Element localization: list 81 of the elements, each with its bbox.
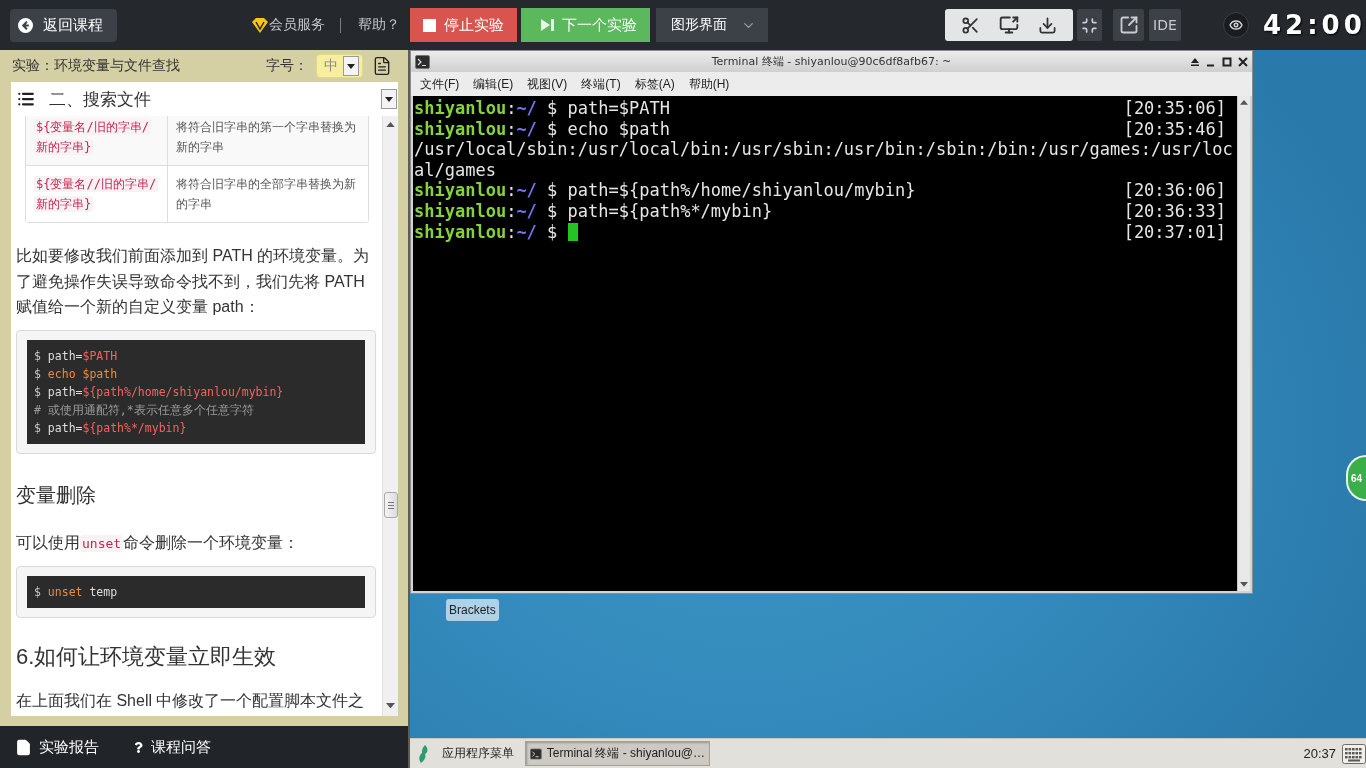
caret-icon — [343, 56, 359, 76]
back-arrow-icon — [18, 17, 33, 33]
help-link[interactable]: 帮助？ — [358, 16, 400, 34]
start-menu-button[interactable]: 应用程序菜单 — [418, 740, 514, 767]
menu-item[interactable]: 文件(F) — [414, 75, 466, 93]
question-icon — [133, 741, 144, 753]
section-heading: 6.如何让环境变量立即生效 — [16, 643, 278, 671]
scroll-up-icon[interactable] — [386, 122, 395, 128]
timestamp: [20:36:06] — [1123, 180, 1226, 201]
eject-icon[interactable] — [1190, 56, 1200, 67]
scroll-up-icon[interactable] — [1240, 100, 1248, 105]
scroll-down-icon[interactable] — [386, 702, 395, 708]
code-line: $ path=${path%*/mybin} — [34, 419, 188, 437]
scroll-down-icon[interactable] — [1240, 582, 1248, 587]
terminal-icon — [415, 54, 430, 69]
code-line: $ path=${path%/home/shiyanlou/mybin} — [34, 383, 285, 401]
stop-button[interactable]: 停止实验 — [410, 8, 517, 42]
terminal-line: shiyanlou:~/ $ path=$PATH — [414, 98, 670, 119]
table-cell: 将符合旧字串的第一个字串替换为新的字串 — [167, 116, 368, 165]
eye-icon — [1229, 18, 1243, 32]
list-icon — [17, 90, 35, 108]
menu-item[interactable]: 视图(V) — [521, 75, 574, 93]
skip-forward-icon — [541, 19, 554, 31]
menu-item[interactable]: 终端(T) — [575, 75, 627, 93]
countdown-timer: 42:00 — [1263, 10, 1366, 40]
code-line: $ echo $path — [34, 365, 119, 383]
clock: 20:37 — [1303, 746, 1336, 761]
timestamp: [20:36:33] — [1123, 200, 1226, 222]
code-line: $ unset temp — [34, 584, 119, 601]
stop-icon — [423, 18, 436, 32]
ide-button[interactable]: IDE — [1149, 9, 1181, 41]
external-link-icon — [1118, 15, 1139, 35]
timestamp: [20:37:01] — [1123, 221, 1226, 243]
task-button[interactable]: Terminal 终端 - shiyanlou@… — [525, 741, 710, 766]
menu-item[interactable]: 标签(A) — [628, 75, 681, 93]
window-title: Terminal 终端 - shiyanlou@90c6df8afb67: ~ — [710, 54, 953, 69]
document-icon[interactable] — [372, 56, 392, 76]
external-link-button[interactable] — [1113, 9, 1144, 41]
scroll-thumb[interactable] — [384, 492, 398, 518]
terminal-line: al/games — [414, 159, 496, 181]
document-icon — [15, 738, 32, 756]
table-cell: ${变量名/旧的字串/新的字串} — [26, 116, 167, 165]
code-line: # 或使用通配符,*表示任意多个任意字符 — [34, 401, 255, 419]
back-button[interactable]: 返回课程 — [10, 8, 117, 42]
caret-icon — [381, 89, 397, 109]
terminal-line: shiyanlou:~/ $ — [414, 221, 559, 243]
timestamp: [20:35:46] — [1123, 118, 1226, 140]
timestamp: [20:35:06] — [1123, 98, 1226, 119]
menu-item[interactable]: 编辑(E) — [467, 75, 520, 93]
keyboard-icon[interactable] — [1342, 743, 1366, 764]
report-link[interactable]: 实验报告 — [15, 737, 99, 757]
terminal-line: shiyanlou:~/ $ path=${path%/home/shiyanlou/mybin} — [414, 180, 916, 201]
vip-link[interactable]: 会员服务 — [252, 16, 325, 34]
desktop-icon-label[interactable]: Brackets — [446, 599, 499, 621]
screen-share-icon[interactable] — [999, 15, 1019, 35]
table-cell: 将符合旧字串的全部字串替换为新的字串 — [167, 165, 368, 222]
terminal-line: shiyanlou:~/ $ path=${path%*/mybin} — [414, 200, 773, 222]
paragraph: 比如要修改我们前面添加到 PATH 的环境变量。为了避免操作失误导致命令找不到，我们先将 PATH 赋值给一个新的自定义变量 path： — [16, 246, 371, 317]
download-icon[interactable] — [1038, 15, 1058, 35]
view-select[interactable]: 图形界面 — [656, 8, 768, 42]
font-size-label: 字号： — [266, 57, 308, 75]
menu-item[interactable]: 帮助(H) — [682, 75, 736, 93]
diamond-icon — [252, 17, 268, 33]
maximize-icon[interactable] — [1222, 56, 1232, 67]
qa-link[interactable]: 课程问答 — [133, 737, 211, 757]
lab-title: 实验：环境变量与文件查找 — [12, 57, 180, 75]
paragraph: 在上面我们在 Shell 中修改了一个配置脚本文件之 — [16, 691, 366, 711]
section-heading: 变量删除 — [16, 482, 97, 508]
compress-button[interactable] — [1077, 9, 1102, 41]
chapter-select[interactable]: 二、搜索文件 — [11, 82, 398, 116]
table-cell: ${变量名//旧的字串/新的字串} — [26, 165, 167, 222]
eye-button[interactable] — [1223, 12, 1249, 38]
terminal-icon — [530, 746, 542, 761]
paragraph: 可以使用 unset 命令删除一个环境变量： — [16, 532, 301, 554]
code-line: $ path=$PATH — [34, 347, 119, 365]
terminal-line: shiyanlou:~/ $ echo $path — [414, 118, 670, 140]
compress-icon — [1081, 16, 1098, 34]
close-icon[interactable] — [1238, 56, 1248, 67]
scissors-icon[interactable] — [960, 15, 980, 35]
terminal-line: /usr/local/sbin:/usr/local/bin:/usr/sbin:/usr/bin:/sbin:/bin:/usr/games:/usr/loc — [414, 139, 1233, 160]
leaf-icon — [418, 744, 430, 763]
